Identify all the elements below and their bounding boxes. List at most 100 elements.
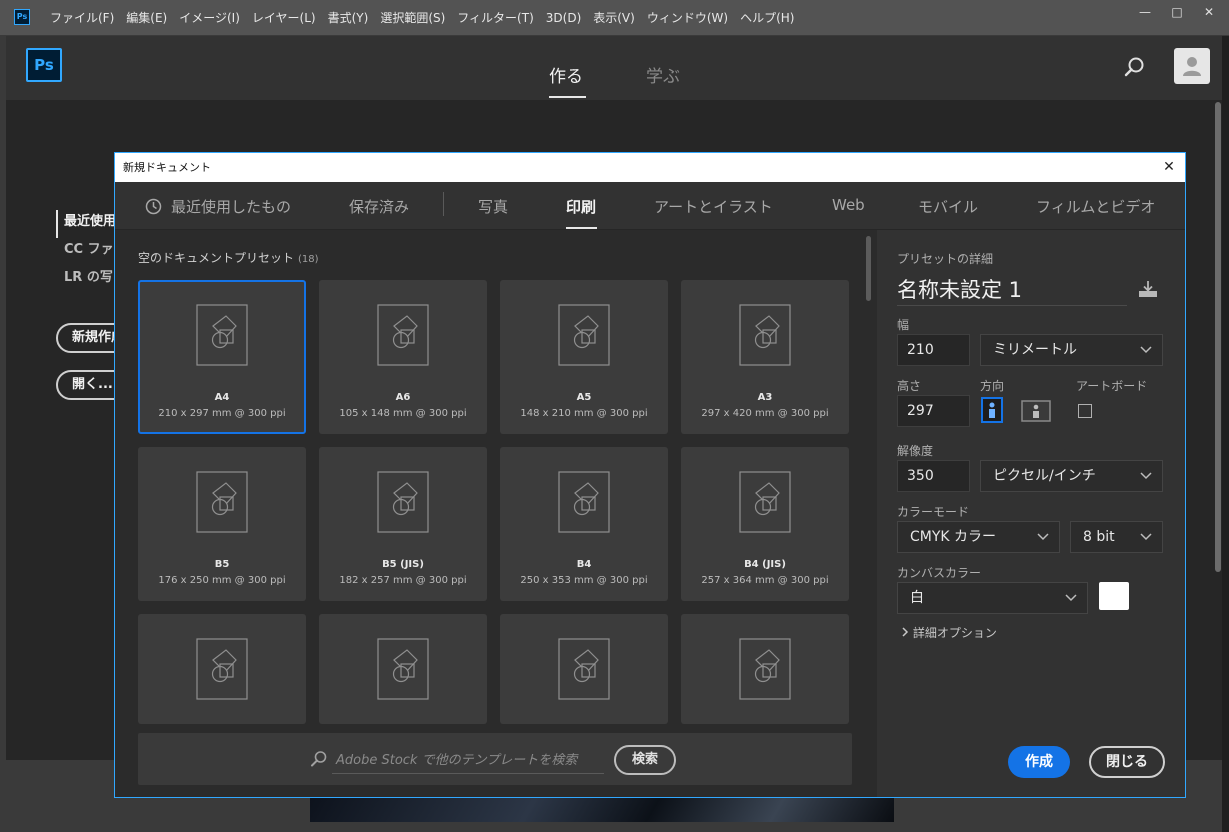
bit-depth-select[interactable]: 8 bit <box>1070 521 1163 553</box>
dialog-close-icon[interactable]: ✕ <box>1161 159 1177 175</box>
avatar[interactable] <box>1174 48 1210 84</box>
preset-name: B4 <box>576 559 592 570</box>
preset-card[interactable]: A6 105 x 148 mm @ 300 ppi <box>319 280 487 434</box>
home-tab-underline <box>549 96 586 98</box>
advanced-options-label: 詳細オプション <box>912 626 997 640</box>
photoshop-app-icon[interactable]: Ps <box>14 9 30 25</box>
unit-select-value: ミリメートル <box>993 342 1077 358</box>
resolution-unit-value: ピクセル/インチ <box>993 468 1096 484</box>
color-mode-select[interactable]: CMYK カラー <box>897 521 1060 553</box>
preset-thumbnail <box>377 638 429 704</box>
menu-view[interactable]: 表示(V) <box>587 0 641 36</box>
height-input[interactable]: 297 <box>897 395 970 427</box>
menu-filter[interactable]: フィルター(T) <box>451 0 539 36</box>
unit-select[interactable]: ミリメートル <box>980 334 1163 366</box>
menu-file[interactable]: ファイル(F) <box>44 0 120 36</box>
document-thumbnail-icon <box>377 638 429 700</box>
preset-thumbnail <box>558 304 610 370</box>
document-name-field[interactable]: 名称未設定 1 <box>897 274 1022 304</box>
color-mode-label: カラーモード <box>897 505 970 519</box>
resolution-label: 解像度 <box>897 444 934 458</box>
preset-size: 257 x 364 mm @ 300 ppi <box>701 575 829 586</box>
preset-thumbnail <box>558 471 610 537</box>
stock-search-button[interactable]: 検索 <box>614 745 676 775</box>
canvas-color-select[interactable]: 白 <box>897 582 1088 614</box>
preset-name: A5 <box>576 392 592 403</box>
preset-details-panel: プリセットの詳細 名称未設定 1 幅 210 ミリメートル 高さ 297 方向 … <box>877 230 1185 797</box>
width-input[interactable]: 210 <box>897 334 970 366</box>
maximize-button[interactable]: □ <box>1161 0 1193 24</box>
sidebar-item-lr-photos[interactable]: LR の写 <box>56 266 116 294</box>
document-thumbnail-icon <box>377 304 429 366</box>
menu-layer[interactable]: レイヤー(L) <box>246 0 322 36</box>
preset-size: 210 x 297 mm @ 300 ppi <box>158 408 286 419</box>
preset-card[interactable]: A5 148 x 210 mm @ 300 ppi <box>500 280 668 434</box>
preset-size: 148 x 210 mm @ 300 ppi <box>520 408 648 419</box>
canvas-color-swatch[interactable] <box>1099 582 1129 610</box>
preset-card[interactable]: B5 176 x 250 mm @ 300 ppi <box>138 447 306 601</box>
create-button[interactable]: 作成 <box>1008 746 1070 778</box>
preset-grid: A4 210 x 297 mm @ 300 ppi A6 105 x 148 mm @… <box>115 153 875 724</box>
window-controls: — □ ✕ <box>1129 0 1225 24</box>
preset-card[interactable]: A4 210 x 297 mm @ 300 ppi <box>138 280 306 434</box>
preset-thumbnail <box>739 471 791 537</box>
chevron-down-icon <box>1140 472 1152 480</box>
preset-thumbnail <box>377 471 429 537</box>
height-label: 高さ <box>897 379 922 393</box>
menu-3d[interactable]: 3D(D) <box>540 0 587 36</box>
preset-name: B5 <box>214 559 230 570</box>
close-button[interactable]: 閉じる <box>1089 746 1165 778</box>
home-tab-learn[interactable]: 学ぶ <box>646 62 680 87</box>
document-thumbnail-icon <box>739 638 791 700</box>
chevron-down-icon <box>1140 533 1152 541</box>
menu-image[interactable]: イメージ(I) <box>173 0 246 36</box>
artboard-label: アートボード <box>1076 379 1148 393</box>
sidebar-item-cc-files[interactable]: CC ファ <box>56 238 116 266</box>
preset-thumbnail <box>558 638 610 704</box>
advanced-options-toggle[interactable]: 詳細オプション <box>901 624 997 641</box>
menu-type[interactable]: 書式(Y) <box>322 0 375 36</box>
preset-card[interactable] <box>500 614 668 724</box>
menu-edit[interactable]: 編集(E) <box>120 0 173 36</box>
landscape-orientation-button[interactable] <box>1021 400 1051 422</box>
stock-search-underline <box>332 773 604 774</box>
canvas-color-label: カンバスカラー <box>897 566 982 580</box>
menu-help[interactable]: ヘルプ(H) <box>734 0 800 36</box>
preset-card[interactable]: B5 (JIS) 182 x 257 mm @ 300 ppi <box>319 447 487 601</box>
resolution-unit-select[interactable]: ピクセル/インチ <box>980 460 1163 492</box>
tab-film-video[interactable]: フィルムとビデオ <box>1036 196 1155 217</box>
preset-grid-scroll-thumb[interactable] <box>866 236 871 301</box>
preset-card[interactable] <box>681 614 849 724</box>
bit-depth-value: 8 bit <box>1083 529 1115 545</box>
preset-card[interactable]: B4 250 x 353 mm @ 300 ppi <box>500 447 668 601</box>
sidebar-item-recent[interactable]: 最近使用 <box>56 210 116 238</box>
stock-search-input[interactable]: Adobe Stock で他のテンプレートを検索 <box>336 749 577 768</box>
preset-card[interactable]: A3 297 x 420 mm @ 300 ppi <box>681 280 849 434</box>
chevron-down-icon <box>1140 346 1152 354</box>
resolution-input[interactable]: 350 <box>897 460 970 492</box>
width-label: 幅 <box>897 318 910 332</box>
portrait-orientation-button[interactable] <box>980 397 1006 423</box>
document-thumbnail-icon <box>196 638 248 700</box>
save-preset-icon[interactable] <box>1138 280 1158 298</box>
close-window-button[interactable]: ✕ <box>1193 0 1225 24</box>
menu-window[interactable]: ウィンドウ(W) <box>641 0 734 36</box>
preset-card[interactable] <box>319 614 487 724</box>
home-tab-create[interactable]: 作る <box>549 62 583 87</box>
search-icon[interactable] <box>1124 56 1146 78</box>
preset-name: A6 <box>395 392 411 403</box>
preset-card[interactable]: B4 (JIS) 257 x 364 mm @ 300 ppi <box>681 447 849 601</box>
home-sidebar: 最近使用 CC ファ LR の写 <box>56 210 116 294</box>
tab-mobile[interactable]: モバイル <box>918 196 978 217</box>
minimize-button[interactable]: — <box>1129 0 1161 24</box>
menu-select[interactable]: 選択範囲(S) <box>374 0 451 36</box>
preset-card[interactable] <box>138 614 306 724</box>
search-icon <box>311 751 327 767</box>
artboard-checkbox[interactable] <box>1078 404 1092 418</box>
home-header: Ps 作る 学ぶ <box>6 36 1222 100</box>
home-scroll-thumb[interactable] <box>1215 102 1221 572</box>
preset-name: A3 <box>757 392 773 403</box>
preset-size: 176 x 250 mm @ 300 ppi <box>158 575 286 586</box>
document-thumbnail-icon <box>739 304 791 366</box>
preset-grid-scrollbar[interactable] <box>866 236 871 724</box>
